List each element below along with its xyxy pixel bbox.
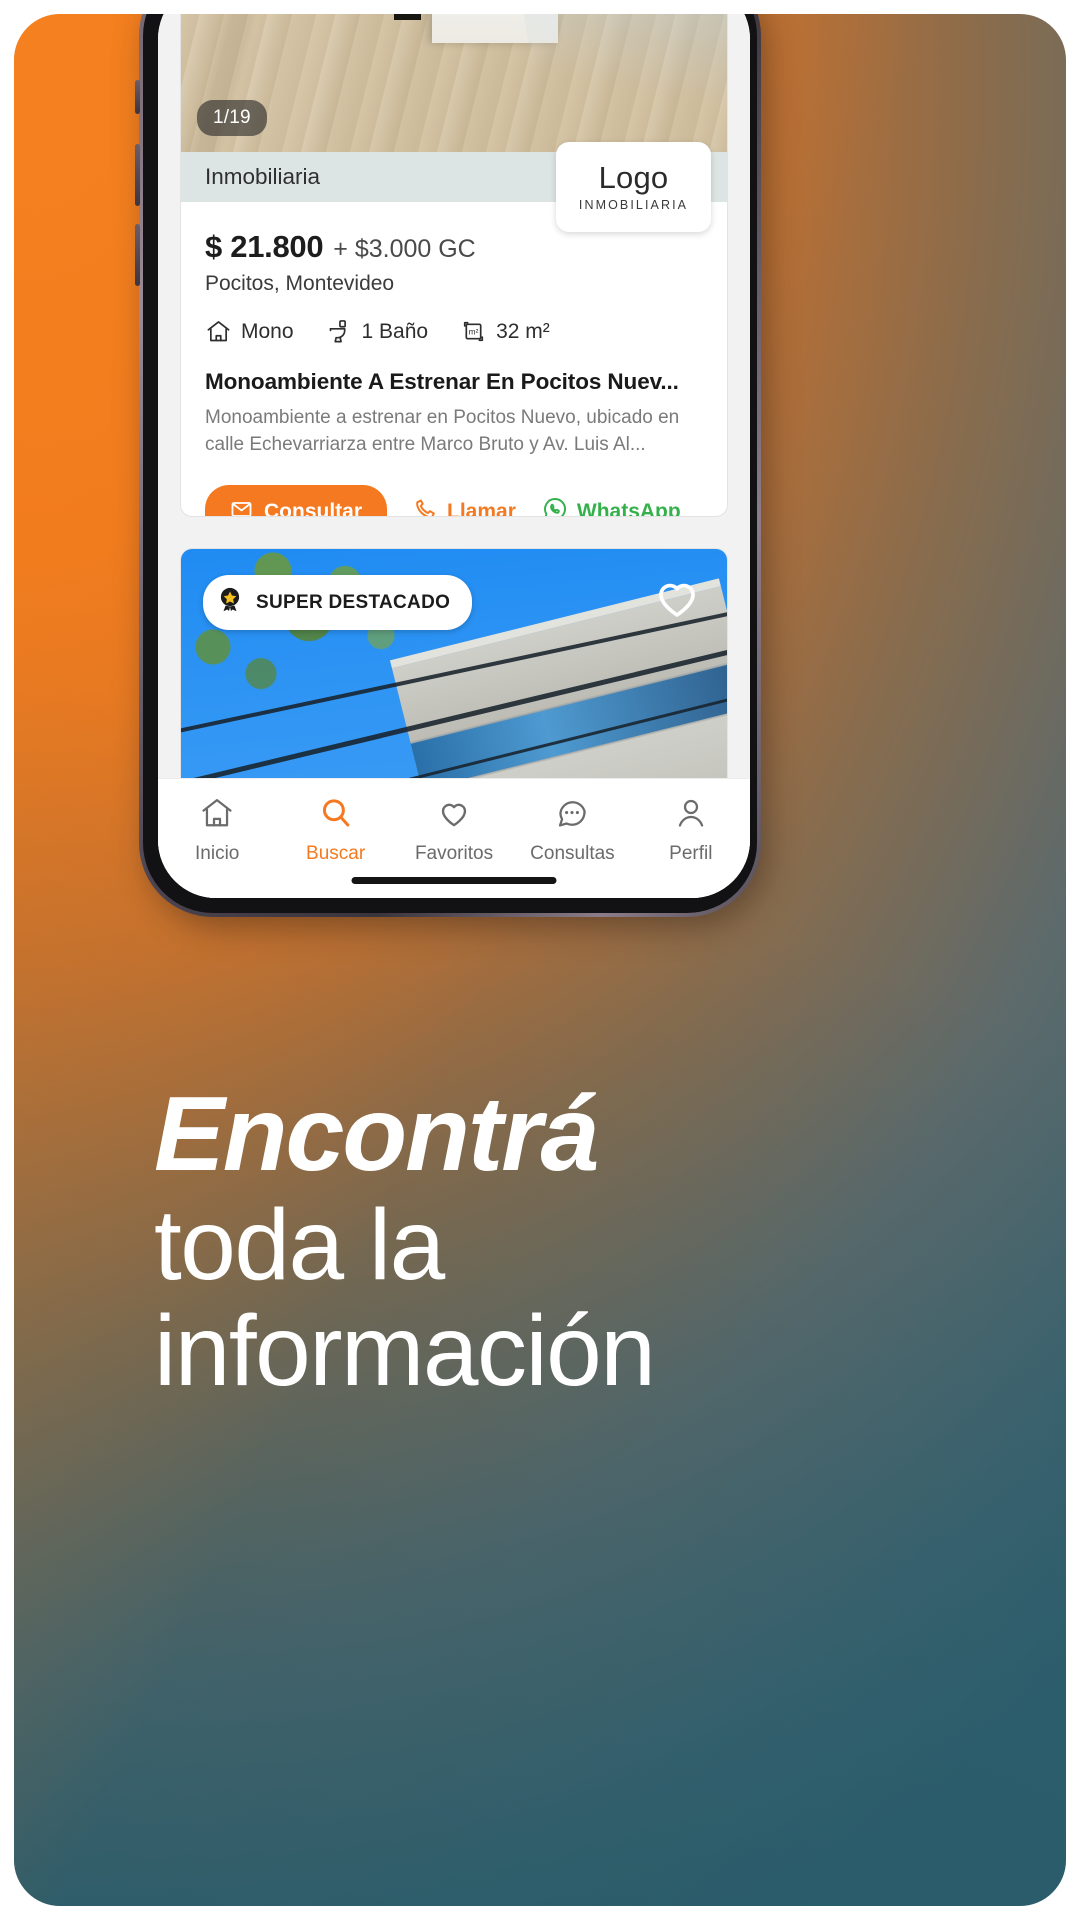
nav-item-buscar[interactable]: Buscar xyxy=(276,795,394,865)
attribute-rooms-label: Mono xyxy=(241,319,294,343)
listing-price-extra: + $3.000 GC xyxy=(333,235,476,263)
attribute-rooms: Mono xyxy=(205,318,294,345)
nav-item-inicio[interactable]: Inicio xyxy=(158,795,276,865)
listing-card-primary[interactable]: 1/19 Inmobiliaria Logo INMOBILIARIA $ 21… xyxy=(180,14,728,517)
phone-mute-button xyxy=(135,80,140,114)
photo-doorway-layer xyxy=(393,14,422,20)
agency-bar: Inmobiliaria Logo INMOBILIARIA xyxy=(181,142,727,232)
consultar-button[interactable]: Consultar xyxy=(205,484,388,517)
whatsapp-label: WhatsApp xyxy=(576,500,681,517)
nav-label-buscar: Buscar xyxy=(306,843,366,864)
listing-price: $ 21.800 xyxy=(205,229,324,264)
home-indicator xyxy=(351,877,557,884)
poster-background: 1/19 Inmobiliaria Logo INMOBILIARIA $ 21… xyxy=(14,14,1066,1906)
search-icon xyxy=(318,795,354,834)
nav-label-perfil: Perfil xyxy=(669,843,713,864)
phone-icon xyxy=(413,497,438,516)
listing-details: $ 21.800 + $3.000 GC Pocitos, Montevideo xyxy=(181,202,727,517)
agency-logo-subtitle: INMOBILIARIA xyxy=(578,198,689,212)
nav-item-consultas[interactable]: Consultas xyxy=(513,795,631,865)
favorite-button[interactable] xyxy=(651,571,703,628)
chat-dots-icon xyxy=(554,795,590,834)
heart-outline-icon xyxy=(651,583,703,627)
agency-logo-badge: Logo INMOBILIARIA xyxy=(556,142,711,232)
headline-line-3: información xyxy=(154,1295,656,1408)
svg-text:m²: m² xyxy=(469,326,479,336)
consultar-label: Consultar xyxy=(264,500,363,517)
phone-screen: 1/19 Inmobiliaria Logo INMOBILIARIA $ 21… xyxy=(158,14,750,898)
phone-volume-down-button xyxy=(135,224,140,286)
home-icon xyxy=(199,795,235,834)
area-icon: m² xyxy=(460,318,487,345)
star-award-icon xyxy=(215,585,245,620)
app-scroll-area[interactable]: 1/19 Inmobiliaria Logo INMOBILIARIA $ 21… xyxy=(158,14,750,898)
nav-label-inicio: Inicio xyxy=(195,843,240,864)
headline-line-2: toda la xyxy=(154,1189,445,1302)
listing-location: Pocitos, Montevideo xyxy=(205,272,395,295)
listing-title: Monoambiente A Estrenar En Pocitos Nuev.… xyxy=(205,369,679,394)
llamar-label: Llamar xyxy=(447,500,516,517)
super-destacado-badge: SUPER DESTACADO xyxy=(203,575,473,630)
listing-description: Monoambiente a estrenar en Pocitos Nuevo… xyxy=(205,407,680,455)
whatsapp-icon xyxy=(542,496,568,516)
attribute-area: m² 32 m² xyxy=(460,318,550,345)
toilet-icon xyxy=(326,318,353,345)
envelope-icon xyxy=(230,498,253,516)
listing-actions: Consultar Llamar WhatsApp xyxy=(205,484,703,517)
person-icon xyxy=(673,795,709,834)
listing-attributes: Mono 1 Baño m² 32 m² xyxy=(205,318,703,345)
phone-frame: 1/19 Inmobiliaria Logo INMOBILIARIA $ 21… xyxy=(135,14,761,917)
phone-mockup: 1/19 Inmobiliaria Logo INMOBILIARIA $ 21… xyxy=(135,14,769,932)
house-icon xyxy=(205,318,232,345)
super-destacado-label: SUPER DESTACADO xyxy=(256,591,451,613)
attribute-area-label: 32 m² xyxy=(496,319,550,343)
photo-counter-badge: 1/19 xyxy=(197,100,267,136)
photo-glare-layer xyxy=(510,14,727,152)
whatsapp-button[interactable]: WhatsApp xyxy=(542,496,681,517)
phone-volume-up-button xyxy=(135,144,140,206)
nav-item-favoritos[interactable]: Favoritos xyxy=(395,795,513,865)
headline-line-1: Encontrá xyxy=(154,1075,599,1193)
poster-headline: Encontrá toda la información xyxy=(154,1075,656,1408)
agency-name: Inmobiliaria xyxy=(205,164,321,189)
nav-item-perfil[interactable]: Perfil xyxy=(632,795,750,865)
nav-label-consultas: Consultas xyxy=(530,843,615,864)
agency-logo-title: Logo xyxy=(598,160,669,195)
llamar-button[interactable]: Llamar xyxy=(413,497,516,517)
heart-icon xyxy=(436,795,472,834)
attribute-bathrooms: 1 Baño xyxy=(326,318,429,345)
attribute-bathrooms-label: 1 Baño xyxy=(361,319,429,343)
listing-photo[interactable]: 1/19 xyxy=(181,14,727,152)
nav-label-favoritos: Favoritos xyxy=(414,843,494,864)
phone-body: 1/19 Inmobiliaria Logo INMOBILIARIA $ 21… xyxy=(143,14,757,913)
price-row: $ 21.800 + $3.000 GC xyxy=(205,229,703,265)
